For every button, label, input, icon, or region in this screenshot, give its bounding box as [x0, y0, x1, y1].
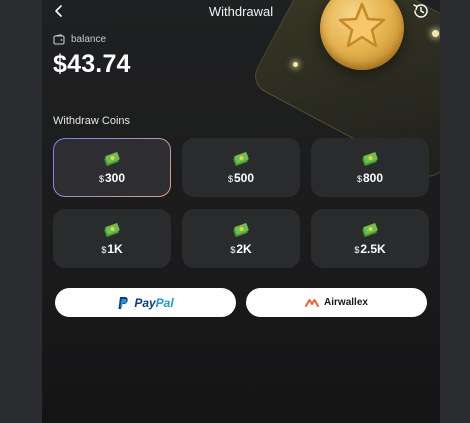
withdraw-amount: 800: [362, 170, 384, 185]
wallet-icon: [53, 34, 65, 45]
history-clock-icon[interactable]: [412, 2, 430, 20]
airwallex-label: Airwallex: [324, 297, 368, 308]
cash-stack-icon: [362, 222, 378, 237]
currency-symbol: $: [101, 244, 107, 255]
paypal-button[interactable]: PayPal: [55, 288, 236, 317]
airwallex-button[interactable]: Airwallex: [246, 288, 427, 317]
currency-symbol: $: [98, 173, 104, 184]
withdraw-option-1k[interactable]: $1K: [53, 209, 171, 268]
currency-symbol: $: [356, 173, 362, 184]
cash-stack-icon: [104, 222, 120, 237]
withdraw-option-500[interactable]: $500: [182, 138, 300, 197]
cash-stack-icon: [104, 151, 120, 166]
withdraw-amount: 2K: [236, 241, 252, 256]
paypal-label-pay: Pay: [134, 295, 156, 310]
withdraw-section-title: Withdraw Coins: [53, 115, 131, 127]
header-bar: Withdrawal: [42, 0, 440, 22]
withdrawal-screen: Withdrawal balance $43.74 Withdraw Coins…: [42, 0, 440, 423]
paypal-label-pal: Pal: [155, 295, 174, 310]
balance-label-row: balance: [53, 34, 106, 45]
withdraw-amount: 2.5K: [360, 241, 386, 256]
currency-symbol: $: [227, 173, 233, 184]
withdraw-option-800[interactable]: $800: [311, 138, 429, 197]
withdraw-amount: 500: [233, 170, 255, 185]
paypal-logo-icon: [118, 296, 128, 309]
withdraw-amount: 300: [104, 170, 126, 185]
withdraw-option-300[interactable]: $300: [53, 138, 171, 197]
withdraw-options-grid: $300 $500 $800 $1K $2K $2.5K: [53, 138, 429, 270]
page-title: Withdrawal: [208, 4, 274, 19]
airwallex-logo-icon: [305, 298, 320, 307]
currency-symbol: $: [354, 244, 360, 255]
balance-value: $43.74: [53, 50, 131, 78]
sparkle-icon: [293, 62, 298, 67]
currency-symbol: $: [230, 244, 236, 255]
balance-label: balance: [71, 34, 107, 45]
withdraw-option-2k[interactable]: $2K: [182, 209, 300, 268]
sparkle-icon: [432, 30, 439, 37]
cash-stack-icon: [233, 222, 249, 237]
cash-stack-icon: [233, 151, 249, 166]
withdraw-option-2-5k[interactable]: $2.5K: [311, 209, 429, 268]
cash-stack-icon: [362, 151, 378, 166]
withdraw-amount: 1K: [107, 241, 123, 256]
